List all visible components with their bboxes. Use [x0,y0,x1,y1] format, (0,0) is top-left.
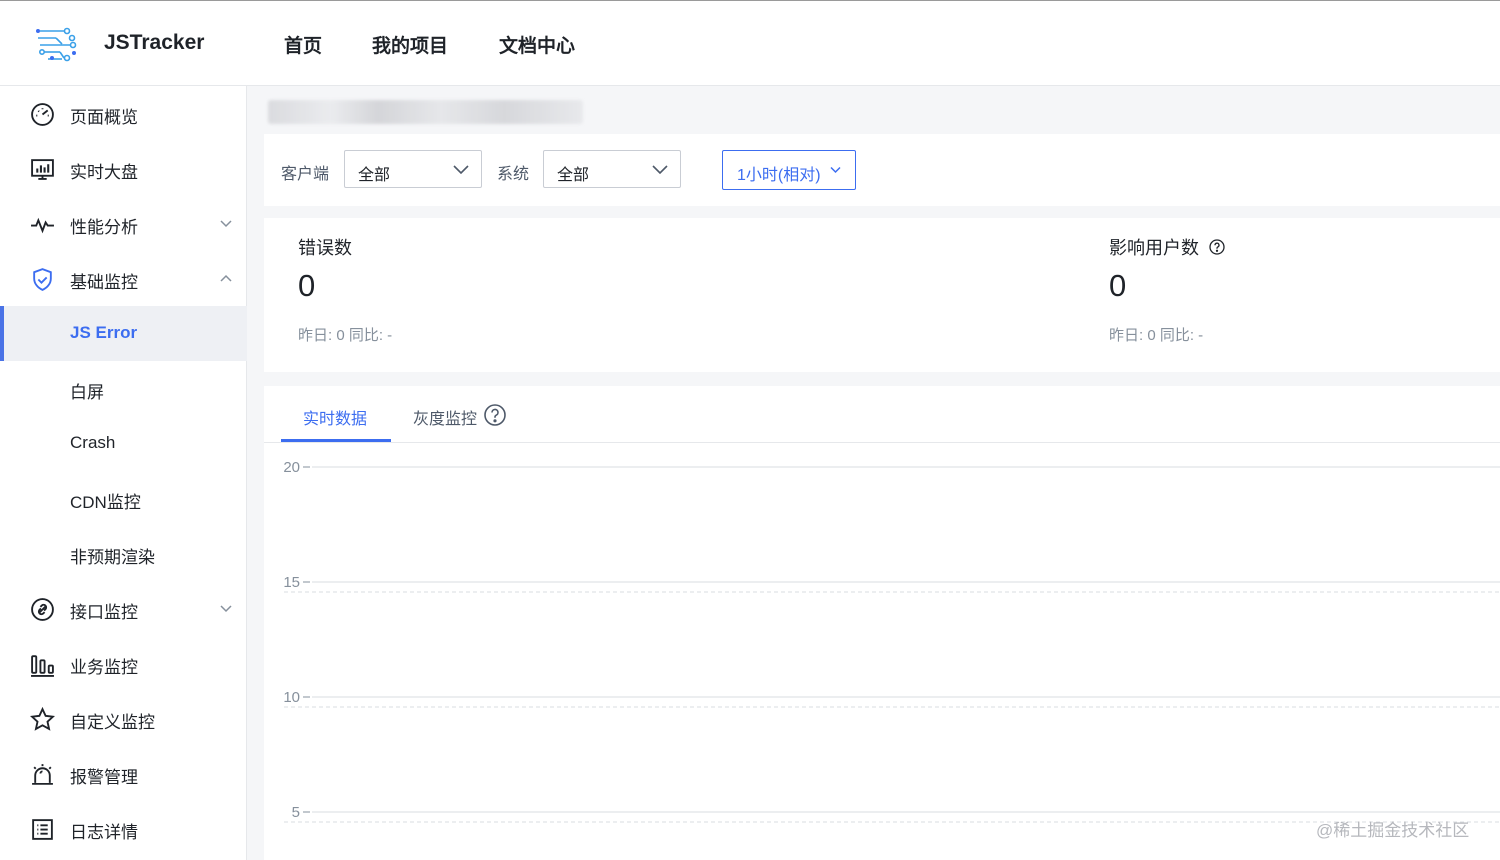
chart-tabs: 实时数据 灰度监控 [264,386,1500,443]
breadcrumb-redacted [268,100,583,124]
sidebar-item-label: 日志详情 [70,823,138,842]
error-count-value: 0 [298,268,316,303]
shield-check-icon [33,268,52,291]
sidebar-item-label: 实时大盘 [70,163,138,182]
error-count-comparison: 昨日: 0 同比: - [298,327,393,344]
sidebar-item-label: 接口监控 [70,603,138,622]
affected-users-value: 0 [1109,268,1127,303]
chevron-down-icon [652,165,668,174]
monitor-chart-icon [31,159,54,180]
sidebar-item-business-monitoring[interactable]: 业务监控 [0,636,247,691]
star-icon [30,707,55,731]
system-select-value: 全部 [557,167,590,184]
nav-docs-center[interactable]: 文档中心 [499,31,575,58]
client-select-value: 全部 [358,167,391,184]
sidebar-item-basic-monitoring[interactable]: 基础监控 [0,251,247,306]
sidebar-item-js-error[interactable]: JS Error [0,306,247,361]
active-tab-indicator [281,439,391,442]
main-content: 客户端 全部 系统 全部 1小时(相对) 错误数 0 昨日: 0 同比: - 影… [248,86,1500,860]
y-tick-label: 20 [283,459,300,476]
sidebar-item-page-overview[interactable]: 页面概览 [0,86,247,141]
sidebar-item-label: 性能分析 [70,218,138,237]
sidebar-item-label: 报警管理 [70,768,138,787]
app-brand-title[interactable]: JSTracker [104,31,204,55]
y-tick-label: 5 [292,804,300,821]
sidebar-item-cdn[interactable]: CDN监控 [0,471,247,526]
bar-columns-icon [31,655,54,677]
active-indicator [0,306,4,361]
alarm-siren-icon [32,764,53,785]
sidebar-item-label: JS Error [70,323,138,342]
y-tick-label: 15 [283,574,300,591]
client-filter-label: 客户端 [281,166,330,183]
chevron-down-icon [220,605,232,613]
sidebar-item-label: 白屏 [70,383,104,402]
help-circle-icon[interactable] [483,403,507,427]
log-list-icon [32,819,53,840]
sidebar-item-log-details[interactable]: 日志详情 [0,801,247,856]
sidebar-item-realtime-dashboard[interactable]: 实时大盘 [0,141,247,196]
tab-gray-monitoring[interactable]: 灰度监控 [413,404,506,429]
time-range-picker[interactable]: 1小时(相对) [722,150,856,190]
stats-card: 错误数 0 昨日: 0 同比: - 影响用户数 0 昨日: 0 同比: - [264,218,1500,372]
sidebar-item-label: 业务监控 [70,658,138,677]
affected-users-comparison: 昨日: 0 同比: - [1109,327,1204,344]
sidebar-item-unexpected-render[interactable]: 非预期渲染 [0,526,247,581]
sidebar-item-label: 非预期渲染 [70,548,155,567]
sidebar-item-custom-monitoring[interactable]: 自定义监控 [0,691,247,746]
chevron-down-icon [830,166,841,174]
nav-my-projects[interactable]: 我的项目 [372,31,448,58]
time-range-value: 1小时(相对) [737,167,821,184]
filter-bar: 客户端 全部 系统 全部 1小时(相对) [264,134,1500,206]
sidebar-item-alarm-management[interactable]: 报警管理 [0,746,247,801]
tab-label: 灰度监控 [413,411,478,428]
top-header: JSTracker 首页 我的项目 文档中心 [0,0,1500,86]
api-link-icon [31,598,54,621]
pulse-icon [31,217,54,234]
sidebar-item-label: CDN监控 [70,493,141,512]
help-circle-icon[interactable] [1209,239,1225,255]
y-tick-label: 10 [283,689,300,706]
sidebar-item-label: 基础监控 [70,273,138,292]
sidebar-item-label: 自定义监控 [70,713,155,732]
sidebar-item-white-screen[interactable]: 白屏 [0,361,247,416]
system-filter-label: 系统 [497,166,530,183]
client-select[interactable]: 全部 [344,150,482,188]
sidebar-item-performance[interactable]: 性能分析 [0,196,247,251]
chevron-down-icon [453,165,469,174]
chevron-up-icon [220,274,232,282]
error-count-title: 错误数 [298,238,352,258]
tab-realtime-data[interactable]: 实时数据 [303,405,367,429]
affected-users-title: 影响用户数 [1109,238,1199,258]
watermark-text: @稀土掘金技术社区 [1316,821,1470,840]
chart-card: 实时数据 灰度监控 20 15 10 5 [264,386,1500,860]
sidebar-item-label: Crash [70,433,116,452]
sidebar-item-label: 页面概览 [70,108,138,127]
sidebar: 页面概览 实时大盘 性能分析 基础监控 JS Error 白屏 Crash CD… [0,86,247,860]
system-select[interactable]: 全部 [543,150,681,188]
chevron-down-icon [220,220,232,228]
logo-icon[interactable] [34,23,80,65]
nav-home[interactable]: 首页 [284,31,322,58]
sidebar-item-crash[interactable]: Crash [0,416,247,471]
sidebar-item-api-monitoring[interactable]: 接口监控 [0,581,247,636]
realtime-line-chart: 20 15 10 5 [283,459,1500,823]
dashboard-gauge-icon [31,103,54,126]
